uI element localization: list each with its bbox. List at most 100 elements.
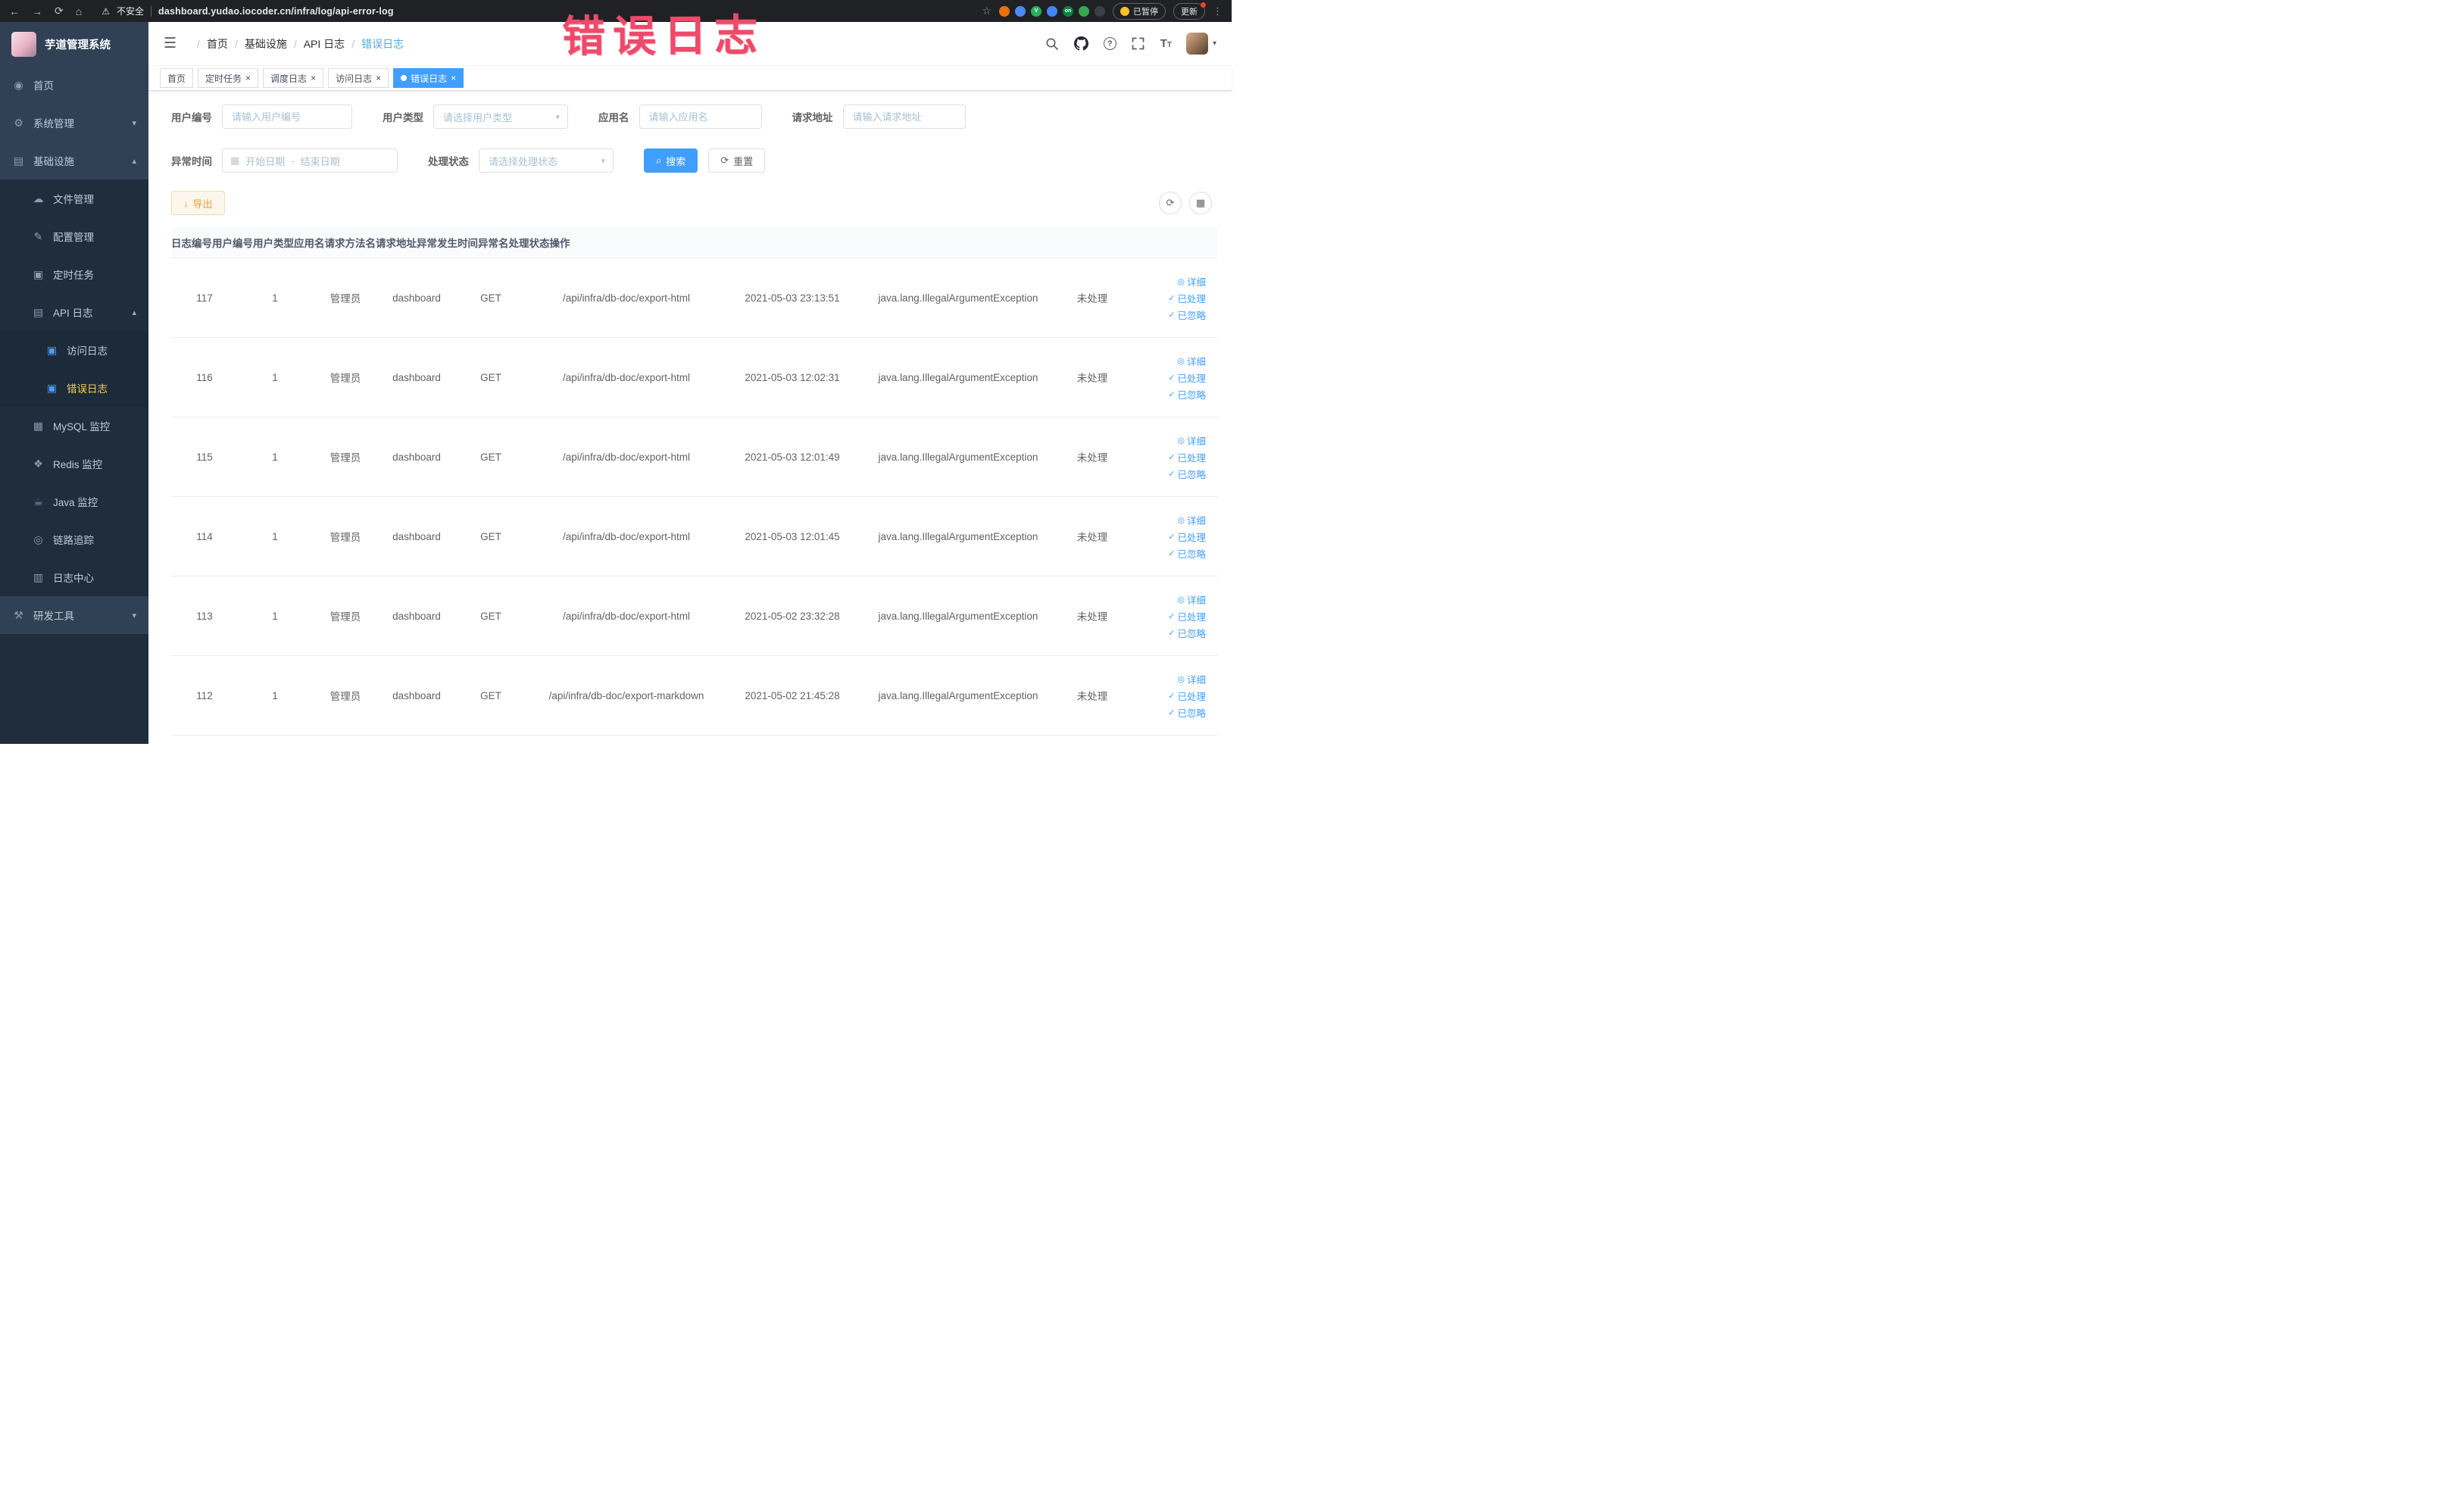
sidebar-item[interactable]: ☁ 文件管理: [0, 180, 148, 217]
column-header: 操作: [549, 238, 570, 249]
hamburger-icon[interactable]: ☰: [164, 35, 176, 52]
breadcrumb-separator: /: [197, 37, 200, 50]
extension-icon[interactable]: on: [1063, 5, 1073, 17]
mark-ignored-link[interactable]: ✓ 已忽略: [1168, 626, 1206, 640]
extension-icon[interactable]: [1095, 5, 1105, 17]
app-name-input[interactable]: [639, 105, 762, 129]
breadcrumb-link[interactable]: API 日志: [304, 36, 345, 52]
tab-close-icon[interactable]: ×: [311, 73, 316, 83]
start-date-placeholder: 开始日期: [245, 155, 286, 167]
mark-ignored-link[interactable]: ✓ 已忽略: [1168, 705, 1206, 720]
sidebar-item[interactable]: ▦ MySQL 监控: [0, 407, 148, 445]
sidebar-item[interactable]: ⚙ 系统管理 ▾: [0, 104, 148, 142]
sidebar-item[interactable]: ▥ 日志中心: [0, 558, 148, 596]
browser-reload-icon[interactable]: ⟳: [55, 5, 64, 17]
tab[interactable]: 定时任务 ×: [198, 68, 259, 88]
search-button[interactable]: ⌕ 搜索: [644, 148, 698, 173]
search-icon[interactable]: [1045, 36, 1060, 52]
fullscreen-icon[interactable]: [1131, 36, 1146, 52]
tab[interactable]: 调度日志 ×: [263, 68, 324, 88]
exception-time-range-picker[interactable]: ▦ 开始日期 - 结束日期: [222, 148, 398, 173]
sidebar-item[interactable]: ◉ 首页: [0, 66, 148, 104]
extension-icon[interactable]: [999, 5, 1010, 17]
extension-icon[interactable]: V: [1031, 5, 1042, 17]
font-size-icon[interactable]: TT: [1160, 37, 1172, 50]
help-icon[interactable]: ?: [1103, 37, 1116, 50]
mark-ignored-link[interactable]: ✓ 已忽略: [1168, 467, 1206, 481]
extension-icon[interactable]: [1047, 5, 1057, 17]
sidebar-item[interactable]: ☕ Java 监控: [0, 483, 148, 520]
detail-link[interactable]: ◎ 详细: [1177, 274, 1206, 289]
menu-item-icon: ❖: [33, 457, 43, 470]
main-content: 用户编号 用户类型 请选择用户类型 ▾ 应用名 请求地址 异常时间 ▦ 开始日期…: [148, 91, 1232, 744]
browser-home-icon[interactable]: ⌂: [76, 5, 82, 17]
tab[interactable]: 访问日志 ×: [328, 68, 389, 88]
mark-ignored-link[interactable]: ✓ 已忽略: [1168, 546, 1206, 561]
sidebar-item[interactable]: ▣ 定时任务: [0, 255, 148, 293]
mark-processed-link[interactable]: ✓ 已处理: [1168, 370, 1206, 385]
sidebar-item[interactable]: ◎ 链路追踪: [0, 520, 148, 558]
exception-name-cell: java.lang.IllegalArgumentException: [878, 689, 1038, 701]
tab-close-icon[interactable]: ×: [376, 73, 381, 83]
github-icon[interactable]: [1074, 36, 1089, 52]
exception-time-cell: 2021-05-03 12:02:31: [745, 371, 840, 383]
breadcrumb-link[interactable]: 基础设施: [245, 36, 287, 52]
tab[interactable]: 首页 ×: [160, 68, 194, 88]
user-id-cell: 1: [272, 530, 278, 542]
breadcrumb-link[interactable]: 错误日志: [361, 36, 404, 52]
browser-back-icon[interactable]: ←: [9, 5, 20, 17]
column-header: 日志编号: [171, 238, 212, 249]
app-logo[interactable]: 芋道管理系统: [0, 22, 148, 66]
process-status-select[interactable]: 请选择处理状态 ▾: [479, 148, 614, 173]
sidebar-item[interactable]: ✎ 配置管理: [0, 217, 148, 255]
menu-item-label: 日志中心: [53, 573, 94, 584]
mark-processed-link[interactable]: ✓ 已处理: [1168, 530, 1206, 544]
check-icon: ✓: [1168, 708, 1176, 717]
browser-menu-icon[interactable]: ⋮: [1213, 5, 1223, 17]
status-cell: 未处理: [1076, 532, 1108, 543]
extension-icon[interactable]: [1079, 5, 1089, 17]
breadcrumb-link[interactable]: 首页: [207, 36, 228, 52]
detail-link[interactable]: ◎ 详细: [1177, 433, 1206, 448]
tab-close-icon[interactable]: ×: [451, 73, 456, 83]
mark-ignored-link[interactable]: ✓ 已忽略: [1168, 308, 1206, 322]
bookmark-star-icon[interactable]: ☆: [982, 5, 992, 17]
export-button[interactable]: ↓ 导出: [171, 191, 225, 215]
tab-close-icon[interactable]: ×: [245, 73, 251, 83]
detail-link[interactable]: ◎ 详细: [1177, 592, 1206, 607]
page-url[interactable]: dashboard.yudao.iocoder.cn/infra/log/api…: [158, 6, 394, 17]
sidebar-filler: [0, 634, 148, 744]
reset-button[interactable]: ⟳ 重置: [708, 148, 766, 173]
process-status-label: 处理状态: [428, 156, 469, 167]
detail-link[interactable]: ◎ 详细: [1177, 354, 1206, 368]
column-settings-button[interactable]: ▦: [1189, 192, 1212, 214]
sidebar-item[interactable]: ⚒ 研发工具 ▾: [0, 596, 148, 634]
update-button[interactable]: 更新: [1173, 2, 1206, 20]
log-id-cell: 117: [196, 292, 213, 304]
mark-processed-link[interactable]: ✓ 已处理: [1168, 609, 1206, 623]
sidebar-item[interactable]: ▣ 错误日志: [0, 369, 148, 407]
address-bar[interactable]: ⚠ 不安全 dashboard.yudao.iocoder.cn/infra/l…: [101, 5, 982, 17]
extension-icon[interactable]: [1015, 5, 1026, 17]
check-icon: ✓: [1168, 310, 1176, 320]
sidebar-item[interactable]: ▤ 基础设施 ▴: [0, 142, 148, 180]
user-type-select[interactable]: 请选择用户类型 ▾: [433, 105, 568, 129]
mark-ignored-link[interactable]: ✓ 已忽略: [1168, 387, 1206, 401]
sidebar-item[interactable]: ▤ API 日志 ▴: [0, 293, 148, 331]
refresh-table-button[interactable]: ⟳: [1159, 192, 1182, 214]
caret-down-icon: ▾: [1212, 39, 1216, 48]
user-id-input[interactable]: [222, 105, 352, 129]
sidebar-item[interactable]: ❖ Redis 监控: [0, 445, 148, 483]
user-menu[interactable]: ▾: [1185, 33, 1216, 55]
paused-badge[interactable]: 已暂停: [1113, 2, 1166, 20]
sidebar-item[interactable]: ▣ 访问日志: [0, 331, 148, 369]
detail-link[interactable]: ◎ 详细: [1177, 513, 1206, 527]
table-row: 112 1 管理员 dashboard GET /api/infra/db-do…: [171, 656, 1218, 736]
detail-link[interactable]: ◎ 详细: [1177, 672, 1206, 686]
mark-processed-link[interactable]: ✓ 已处理: [1168, 291, 1206, 305]
tab[interactable]: 错误日志 ×: [393, 68, 464, 88]
mark-processed-link[interactable]: ✓ 已处理: [1168, 689, 1206, 703]
mark-processed-link[interactable]: ✓ 已处理: [1168, 450, 1206, 464]
browser-forward-icon[interactable]: →: [32, 5, 42, 17]
request-url-input[interactable]: [842, 105, 966, 129]
